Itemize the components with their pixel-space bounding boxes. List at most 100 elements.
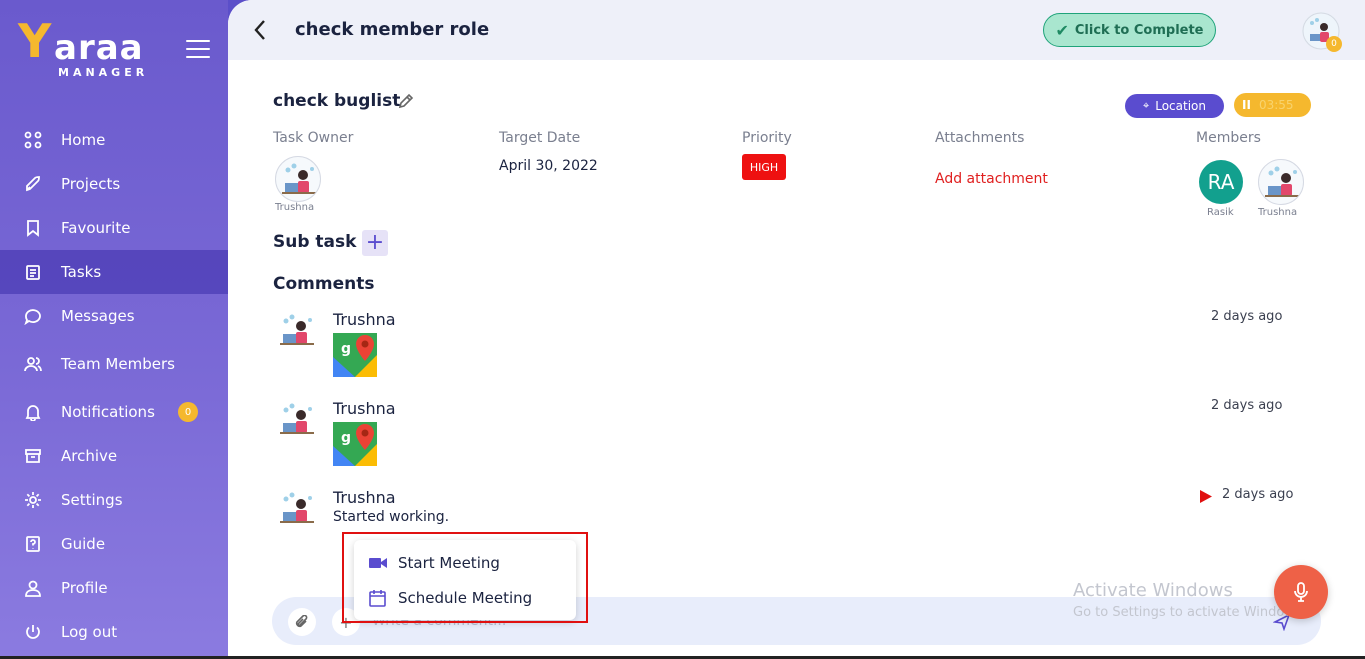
sidebar-item-archive[interactable]: Archive — [0, 434, 228, 478]
avatar-illustration-icon — [282, 163, 316, 194]
sidebar-item-label: Archive — [61, 447, 118, 465]
sidebar-item-profile[interactable]: Profile — [0, 566, 228, 610]
location-button[interactable]: ⌖ Location — [1125, 94, 1224, 118]
paperclip-icon[interactable] — [288, 608, 316, 636]
task-owner-label: Task Owner — [273, 130, 354, 146]
bookmark-icon — [24, 219, 42, 237]
add-attachment-link[interactable]: Add attachment — [935, 171, 1048, 187]
complete-button[interactable]: ✔ Click to Complete — [1043, 13, 1216, 47]
avatar-illustration-icon — [280, 314, 314, 345]
map-icon: ⌖ — [1143, 99, 1150, 112]
subtask-title: Sub task — [273, 232, 357, 252]
target-date-label: Target Date — [499, 130, 581, 146]
attachments-label: Attachments — [935, 130, 1025, 146]
comment-author: Trushna — [333, 488, 396, 507]
activate-windows-subtitle: Go to Settings to activate Windows. — [1073, 605, 1306, 620]
avatar-badge: 0 — [1326, 36, 1342, 52]
archive-icon — [24, 447, 42, 465]
play-icon[interactable] — [1200, 488, 1212, 503]
sidebar-item-messages[interactable]: Messages — [0, 294, 228, 338]
sidebar-item-notifications[interactable]: Notifications 0 — [0, 390, 228, 434]
location-button-label: Location — [1155, 99, 1206, 113]
member-name: Rasik — [1207, 207, 1234, 218]
sidebar-item-label: Settings — [61, 491, 123, 509]
google-maps-icon[interactable]: g — [333, 422, 377, 466]
timer-button[interactable]: II 03:55 — [1234, 93, 1311, 117]
sidebar-item-label: Tasks — [61, 263, 102, 281]
target-date-value: April 30, 2022 — [499, 158, 598, 174]
sidebar-item-label: Profile — [61, 579, 108, 597]
top-bar: check member role ✔ Click to Complete 0 — [228, 0, 1365, 60]
highlight-annotation — [342, 532, 588, 623]
sidebar-item-label: Notifications — [61, 403, 155, 421]
svg-text:g: g — [341, 430, 351, 446]
users-icon — [24, 355, 42, 373]
microphone-button[interactable] — [1274, 565, 1328, 619]
add-subtask-button[interactable]: + — [362, 230, 388, 256]
complete-button-label: Click to Complete — [1074, 22, 1204, 38]
comment-avatar — [275, 399, 319, 443]
owner-avatar[interactable] — [275, 156, 321, 202]
sidebar-item-favourite[interactable]: Favourite — [0, 206, 228, 250]
sidebar-item-label: Guide — [61, 535, 106, 553]
main-panel: check member role ✔ Click to Complete 0 … — [228, 0, 1365, 659]
timer-value: 03:55 — [1258, 98, 1294, 112]
avatar-illustration-icon — [280, 492, 314, 523]
task-title: check buglist — [273, 91, 401, 111]
sidebar-item-label: Messages — [61, 307, 135, 325]
user-avatar[interactable]: 0 — [1302, 12, 1342, 52]
sidebar-item-guide[interactable]: Guide — [0, 522, 228, 566]
power-icon — [24, 623, 42, 641]
member-name: Trushna — [1258, 207, 1298, 218]
microphone-icon — [1294, 582, 1308, 602]
sidebar-item-logout[interactable]: Log out — [0, 610, 228, 654]
sidebar-item-label: Favourite — [61, 219, 131, 237]
owner-name: Trushna — [275, 202, 315, 213]
comment-author: Trushna — [333, 310, 396, 329]
sidebar-item-home[interactable]: Home — [0, 118, 228, 162]
edit-pencil-icon[interactable] — [398, 93, 414, 109]
sidebar-item-settings[interactable]: Settings — [0, 478, 228, 522]
comment-avatar — [275, 488, 319, 532]
sidebar-item-label: Home — [61, 131, 106, 149]
priority-label: Priority — [742, 130, 792, 146]
bell-icon — [24, 403, 42, 421]
svg-text:g: g — [341, 341, 351, 357]
pause-icon: II — [1242, 98, 1251, 112]
sidebar-item-label: Team Members — [61, 355, 175, 373]
member-avatar[interactable] — [1258, 159, 1304, 205]
chat-icon — [24, 307, 42, 325]
user-icon — [24, 579, 42, 597]
rocket-icon — [24, 175, 42, 193]
member-avatar[interactable]: RA — [1199, 160, 1243, 204]
members-label: Members — [1196, 130, 1261, 146]
logo-wordmark: araa — [54, 28, 144, 68]
help-icon — [24, 535, 42, 553]
check-icon: ✔ — [1055, 20, 1069, 40]
logo-mark: Y — [18, 14, 52, 68]
gear-icon — [24, 491, 42, 509]
comment-timestamp: 2 days ago — [1211, 398, 1283, 413]
comment-author: Trushna — [333, 399, 396, 418]
menu-toggle-icon[interactable] — [186, 40, 210, 58]
page-title: check member role — [295, 19, 490, 40]
comment-timestamp: 2 days ago — [1222, 487, 1294, 502]
back-arrow-icon[interactable] — [252, 18, 268, 42]
app-logo[interactable]: Y araa MANAGER — [18, 16, 158, 82]
sidebar-item-label: Log out — [61, 623, 118, 641]
comment-avatar — [275, 310, 319, 354]
comment-timestamp: 2 days ago — [1211, 309, 1283, 324]
google-maps-icon[interactable]: g — [333, 333, 377, 377]
comments-title: Comments — [273, 274, 375, 294]
sidebar-item-tasks[interactable]: Tasks — [0, 250, 228, 294]
grid-icon — [24, 131, 42, 149]
sidebar: Y araa MANAGER Home Projects Favourite T… — [0, 0, 228, 659]
sidebar-item-label: Projects — [61, 175, 121, 193]
logo-subtitle: MANAGER — [58, 66, 149, 79]
clipboard-icon — [24, 263, 42, 281]
avatar-illustration-icon — [1265, 166, 1299, 197]
sidebar-item-team-members[interactable]: Team Members — [0, 342, 228, 386]
avatar-illustration-icon — [280, 403, 314, 434]
sidebar-item-projects[interactable]: Projects — [0, 162, 228, 206]
activate-windows-title: Activate Windows — [1073, 580, 1233, 601]
